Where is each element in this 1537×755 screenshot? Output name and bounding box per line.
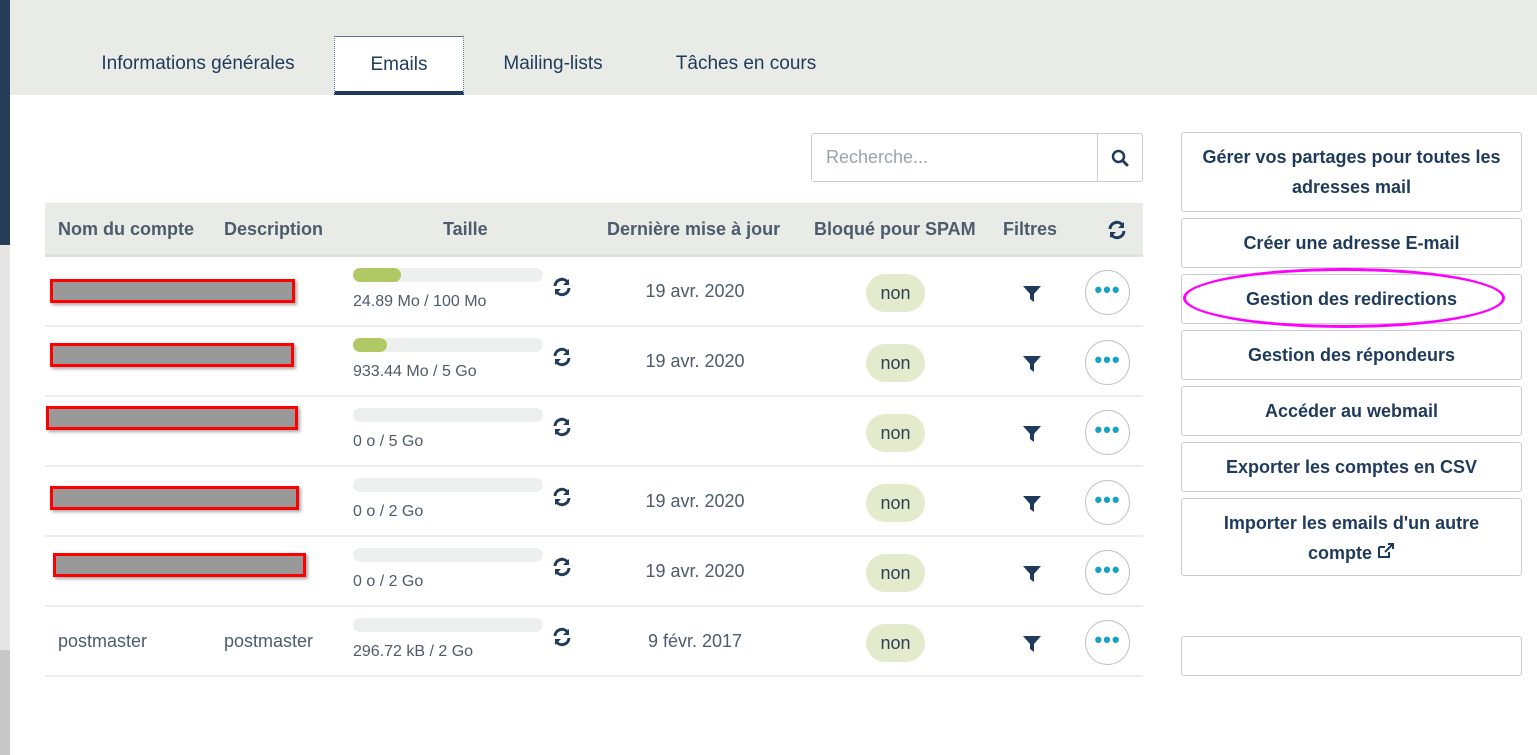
spam-status-badge: non xyxy=(866,624,925,662)
last-update: 19 avr. 2020 xyxy=(645,561,745,581)
usage-bar xyxy=(353,268,543,282)
spam-status-badge: non xyxy=(866,414,925,452)
refresh-icon[interactable] xyxy=(552,487,572,512)
refresh-icon[interactable] xyxy=(552,627,572,652)
last-update: 19 avr. 2020 xyxy=(645,351,745,371)
filter-icon[interactable] xyxy=(1023,496,1041,517)
filter-icon[interactable] xyxy=(1023,566,1041,587)
manage-redirections-button[interactable]: Gestion des redirections xyxy=(1181,274,1522,324)
filter-icon[interactable] xyxy=(1023,286,1041,307)
table-row: postmaster postmaster 296.72 kB / 2 Go 9 … xyxy=(45,607,1143,677)
usage-size: 0 o / 2 Go xyxy=(353,573,424,590)
redacted-account-name xyxy=(53,553,306,577)
col-last-update[interactable]: Dernière mise à jour xyxy=(607,203,780,255)
filter-icon[interactable] xyxy=(1023,636,1041,657)
scrollbar[interactable] xyxy=(0,245,10,755)
account-description: postmaster xyxy=(224,631,314,651)
col-filters[interactable]: Filtres xyxy=(1003,203,1057,255)
usage-size: 0 o / 5 Go xyxy=(353,433,424,450)
col-description[interactable]: Description xyxy=(224,203,323,255)
external-link-icon xyxy=(1378,543,1395,558)
usage-size: 24.89 Mo / 100 Mo xyxy=(353,293,487,310)
refresh-icon[interactable] xyxy=(552,417,572,442)
filter-icon[interactable] xyxy=(1023,356,1041,377)
search-box xyxy=(811,133,1143,182)
tab-mailing-lists[interactable]: Mailing-lists xyxy=(486,36,620,95)
manage-responders-button[interactable]: Gestion des répondeurs xyxy=(1181,330,1522,380)
usage-bar xyxy=(353,338,543,352)
col-spam-blocked[interactable]: Bloqué pour SPAM xyxy=(814,203,976,255)
last-update: 9 févr. 2017 xyxy=(647,631,743,651)
usage-bar xyxy=(353,408,543,422)
more-actions-button[interactable]: ••• xyxy=(1085,480,1130,525)
refresh-icon[interactable] xyxy=(552,347,572,372)
search-icon xyxy=(1111,149,1129,166)
import-emails-button[interactable]: Importer les emails d'un autre compte xyxy=(1181,498,1522,576)
sidebar-edge xyxy=(0,0,10,245)
more-actions-button[interactable]: ••• xyxy=(1085,340,1130,385)
tab-emails[interactable]: Emails xyxy=(334,36,464,95)
manage-shares-button[interactable]: Gérer vos partages pour toutes les adres… xyxy=(1181,132,1522,212)
import-emails-label: Importer les emails d'un autre compte xyxy=(1223,513,1480,563)
search-button[interactable] xyxy=(1097,134,1142,181)
usage-bar xyxy=(353,618,543,632)
spam-status-badge: non xyxy=(866,274,925,312)
more-actions-button[interactable]: ••• xyxy=(1085,620,1130,665)
tab-tasks[interactable]: Tâches en cours xyxy=(660,36,832,95)
tab-general-info[interactable]: Informations générales xyxy=(80,36,316,95)
usage-bar xyxy=(353,548,543,562)
refresh-all-icon[interactable] xyxy=(1107,220,1127,245)
col-account-name[interactable]: Nom du compte xyxy=(58,203,194,255)
refresh-icon[interactable] xyxy=(552,277,572,302)
more-actions-button[interactable]: ••• xyxy=(1085,270,1130,315)
create-email-button[interactable]: Créer une adresse E-mail xyxy=(1181,218,1522,268)
scrollbar-thumb[interactable] xyxy=(0,650,10,755)
usage-bar xyxy=(353,478,543,492)
spam-status-badge: non xyxy=(866,344,925,382)
usage-size: 296.72 kB / 2 Go xyxy=(353,643,474,660)
account-name[interactable]: postmaster xyxy=(58,631,147,652)
more-actions-button[interactable]: ••• xyxy=(1085,550,1130,595)
spam-status-badge: non xyxy=(866,554,925,592)
filter-icon[interactable] xyxy=(1023,426,1041,447)
last-update: 19 avr. 2020 xyxy=(645,281,745,301)
refresh-icon[interactable] xyxy=(552,557,572,582)
redacted-account-name xyxy=(50,343,294,367)
table-header: Nom du compte Description Taille Dernièr… xyxy=(45,203,1143,257)
export-csv-button[interactable]: Exporter les comptes en CSV xyxy=(1181,442,1522,492)
webmail-button[interactable]: Accéder au webmail xyxy=(1181,386,1522,436)
usage-size: 933.44 Mo / 5 Go xyxy=(353,363,477,380)
col-size[interactable]: Taille xyxy=(443,203,488,255)
spam-status-badge: non xyxy=(866,484,925,522)
more-actions-button[interactable]: ••• xyxy=(1085,410,1130,455)
last-update: 19 avr. 2020 xyxy=(645,491,745,511)
search-input[interactable] xyxy=(812,134,1097,181)
redacted-account-name xyxy=(50,279,295,303)
redacted-account-name xyxy=(50,486,299,510)
panel-box xyxy=(1181,636,1522,676)
redacted-account-name xyxy=(46,406,298,430)
usage-size: 0 o / 2 Go xyxy=(353,503,424,520)
